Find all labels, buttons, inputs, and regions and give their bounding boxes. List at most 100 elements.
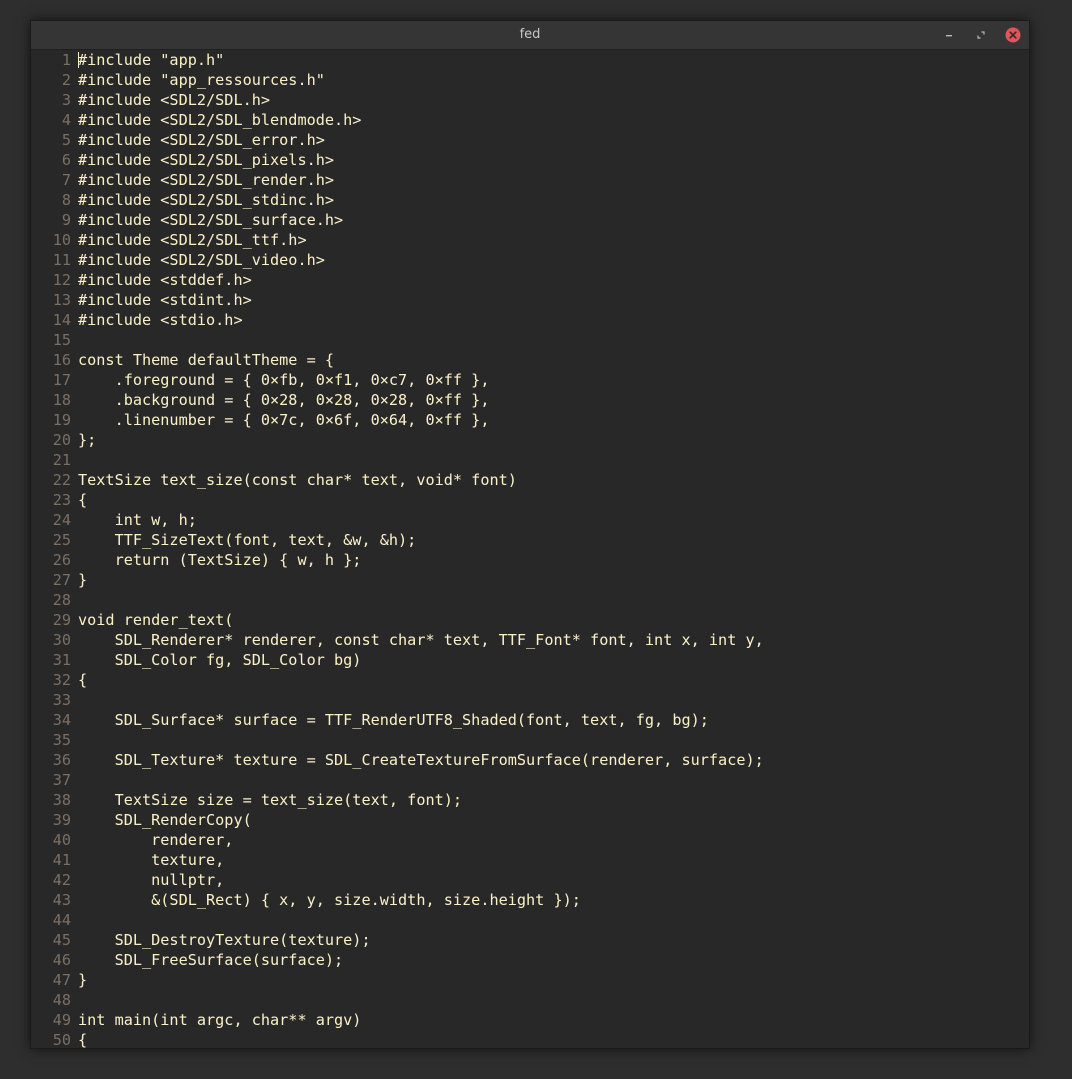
code-line[interactable]: 24 int w, h; (31, 510, 1029, 530)
line-text[interactable]: #include <stddef.h> (71, 270, 252, 290)
code-line[interactable]: 42 nullptr, (31, 870, 1029, 890)
code-line[interactable]: 46 SDL_FreeSurface(surface); (31, 950, 1029, 970)
code-line[interactable]: 9 #include <SDL2/SDL_surface.h> (31, 210, 1029, 230)
code-line[interactable]: 29 void render_text( (31, 610, 1029, 630)
code-line[interactable]: 27} (31, 570, 1029, 590)
line-text[interactable]: #include <SDL2/SDL_pixels.h> (71, 150, 334, 170)
code-line[interactable]: 28 (31, 590, 1029, 610)
line-text[interactable]: .foreground = { 0×fb, 0×f1, 0×c7, 0×ff }… (71, 370, 490, 390)
code-line[interactable]: 32{ (31, 670, 1029, 690)
code-line[interactable]: 8 #include <SDL2/SDL_stdinc.h> (31, 190, 1029, 210)
line-text[interactable]: .linenumber = { 0×7c, 0×6f, 0×64, 0×ff }… (71, 410, 490, 430)
line-text[interactable] (71, 910, 78, 930)
line-text[interactable] (71, 730, 78, 750)
code-line[interactable]: 41 texture, (31, 850, 1029, 870)
line-text[interactable]: return (TextSize) { w, h }; (71, 550, 362, 570)
code-line[interactable]: 16 const Theme defaultTheme = { (31, 350, 1029, 370)
code-line[interactable]: 3 #include <SDL2/SDL.h> (31, 90, 1029, 110)
line-text[interactable]: #include <stdio.h> (71, 310, 243, 330)
line-text[interactable]: SDL_RenderCopy( (71, 810, 252, 830)
line-text[interactable]: TextSize text_size(const char* text, voi… (71, 470, 517, 490)
code-line[interactable]: 30 SDL_Renderer* renderer, const char* t… (31, 630, 1029, 650)
code-line[interactable]: 37 (31, 770, 1029, 790)
code-line[interactable]: 50{ (31, 1030, 1029, 1048)
line-text[interactable]: #include <SDL2/SDL_render.h> (71, 170, 334, 190)
code-line[interactable]: 44 (31, 910, 1029, 930)
line-text[interactable]: #include <SDL2/SDL_error.h> (71, 130, 325, 150)
code-line[interactable]: 35 (31, 730, 1029, 750)
code-line[interactable]: 49 int main(int argc, char** argv) (31, 1010, 1029, 1030)
line-text[interactable]: #include "app_ressources.h" (71, 70, 325, 90)
code-line[interactable]: 33 (31, 690, 1029, 710)
code-line[interactable]: 36 SDL_Texture* texture = SDL_CreateText… (31, 750, 1029, 770)
line-text[interactable] (71, 990, 78, 1010)
code-line[interactable]: 48 (31, 990, 1029, 1010)
code-line[interactable]: 25 TTF_SizeText(font, text, &w, &h); (31, 530, 1029, 550)
code-line[interactable]: 15 (31, 330, 1029, 350)
code-line[interactable]: 18 .background = { 0×28, 0×28, 0×28, 0×f… (31, 390, 1029, 410)
code-line[interactable]: 19 .linenumber = { 0×7c, 0×6f, 0×64, 0×f… (31, 410, 1029, 430)
line-text[interactable]: #include <SDL2/SDL_ttf.h> (71, 230, 307, 250)
line-text[interactable] (71, 450, 78, 470)
code-line[interactable]: 2 #include "app_ressources.h" (31, 70, 1029, 90)
line-text[interactable]: TextSize size = text_size(text, font); (71, 790, 462, 810)
code-line[interactable]: 40 renderer, (31, 830, 1029, 850)
code-line[interactable]: 47} (31, 970, 1029, 990)
line-text[interactable]: { (71, 670, 87, 690)
code-line[interactable]: 39 SDL_RenderCopy( (31, 810, 1029, 830)
line-text[interactable]: #include <SDL2/SDL_video.h> (71, 250, 325, 270)
code-line[interactable]: 11 #include <SDL2/SDL_video.h> (31, 250, 1029, 270)
code-line[interactable]: 20}; (31, 430, 1029, 450)
code-line[interactable]: 43 &(SDL_Rect) { x, y, size.width, size.… (31, 890, 1029, 910)
line-text[interactable]: #include <stdint.h> (71, 290, 252, 310)
line-text[interactable]: } (71, 570, 87, 590)
code-line[interactable]: 6 #include <SDL2/SDL_pixels.h> (31, 150, 1029, 170)
line-text[interactable]: { (71, 490, 87, 510)
code-line[interactable]: 21 (31, 450, 1029, 470)
code-line[interactable]: 7 #include <SDL2/SDL_render.h> (31, 170, 1029, 190)
line-text[interactable] (71, 690, 78, 710)
line-text[interactable] (71, 770, 78, 790)
line-text[interactable]: texture, (71, 850, 224, 870)
code-line[interactable]: 31 SDL_Color fg, SDL_Color bg) (31, 650, 1029, 670)
line-text[interactable]: #include <SDL2/SDL_blendmode.h> (71, 110, 361, 130)
line-text[interactable]: void render_text( (71, 610, 233, 630)
line-text[interactable] (71, 590, 78, 610)
line-text[interactable]: nullptr, (71, 870, 224, 890)
title-bar[interactable]: fed (31, 21, 1029, 50)
code-line[interactable]: 14 #include <stdio.h> (31, 310, 1029, 330)
line-text[interactable]: SDL_Surface* surface = TTF_RenderUTF8_Sh… (71, 710, 709, 730)
line-text[interactable]: const Theme defaultTheme = { (71, 350, 334, 370)
code-line[interactable]: 34 SDL_Surface* surface = TTF_RenderUTF8… (31, 710, 1029, 730)
line-text[interactable]: int w, h; (71, 510, 197, 530)
line-text[interactable]: TTF_SizeText(font, text, &w, &h); (71, 530, 417, 550)
close-button[interactable] (1005, 27, 1021, 43)
line-text[interactable]: SDL_Color fg, SDL_Color bg) (71, 650, 362, 670)
line-text[interactable]: #include "app.h" (71, 50, 224, 70)
code-editor[interactable]: 1 #include "app.h" 2 #include "app_ressourc… (31, 50, 1029, 1048)
code-line[interactable]: 10 #include <SDL2/SDL_ttf.h> (31, 230, 1029, 250)
line-text[interactable]: } (71, 970, 87, 990)
code-line[interactable]: 13 #include <stdint.h> (31, 290, 1029, 310)
line-text[interactable]: #include <SDL2/SDL.h> (71, 90, 270, 110)
line-text[interactable]: { (71, 1030, 87, 1048)
code-line[interactable]: 38 TextSize size = text_size(text, font)… (31, 790, 1029, 810)
code-line[interactable]: 22 TextSize text_size(const char* text, v… (31, 470, 1029, 490)
code-line[interactable]: 12 #include <stddef.h> (31, 270, 1029, 290)
line-text[interactable]: .background = { 0×28, 0×28, 0×28, 0×ff }… (71, 390, 490, 410)
maximize-button[interactable] (973, 27, 989, 43)
code-line[interactable]: 17 .foreground = { 0×fb, 0×f1, 0×c7, 0×f… (31, 370, 1029, 390)
line-text[interactable]: SDL_DestroyTexture(texture); (71, 930, 371, 950)
line-text[interactable]: SDL_Texture* texture = SDL_CreateTexture… (71, 750, 764, 770)
line-text[interactable]: SDL_FreeSurface(surface); (71, 950, 344, 970)
line-text[interactable]: int main(int argc, char** argv) (71, 1010, 361, 1030)
minimize-button[interactable] (941, 27, 957, 43)
code-line[interactable]: 1 #include "app.h" (31, 50, 1029, 70)
line-text[interactable]: &(SDL_Rect) { x, y, size.width, size.hei… (71, 890, 581, 910)
line-text[interactable]: #include <SDL2/SDL_surface.h> (71, 210, 343, 230)
line-text[interactable] (71, 330, 78, 350)
code-line[interactable]: 4 #include <SDL2/SDL_blendmode.h> (31, 110, 1029, 130)
line-text[interactable]: SDL_Renderer* renderer, const char* text… (71, 630, 764, 650)
code-line[interactable]: 5 #include <SDL2/SDL_error.h> (31, 130, 1029, 150)
code-line[interactable]: 26 return (TextSize) { w, h }; (31, 550, 1029, 570)
